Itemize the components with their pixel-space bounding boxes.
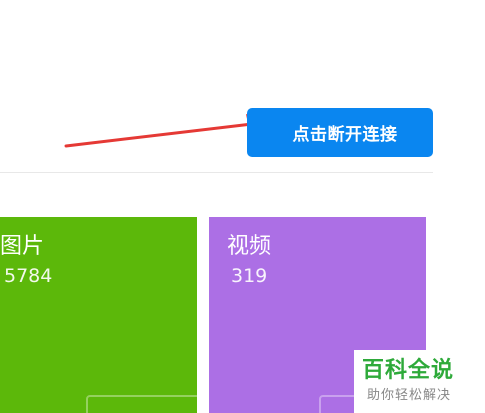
watermark-subtitle: 助你轻松解决 (367, 388, 452, 403)
tile-photos[interactable]: 图片 5784 (0, 217, 197, 413)
disconnect-button[interactable]: 点击断开连接 (247, 108, 433, 157)
tile-title: 视频 (227, 234, 272, 259)
watermark: 百科全说 助你轻松解决 (354, 350, 485, 413)
tile-count: 5784 (4, 265, 53, 287)
tile-count: 319 (231, 265, 268, 287)
tile-title: 图片 (0, 234, 45, 259)
tile-decoration (86, 395, 197, 413)
watermark-logo: 百科全说 (362, 358, 455, 383)
divider (0, 172, 433, 173)
